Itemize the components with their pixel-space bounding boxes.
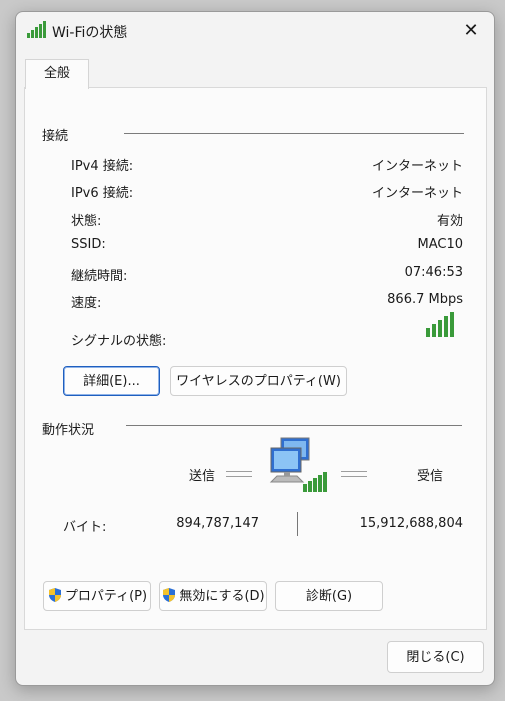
network-computers-icon (269, 437, 327, 492)
ssid-label: SSID: (71, 237, 106, 252)
bytes-separator (297, 512, 298, 536)
bytes-label: バイト: (63, 520, 107, 535)
details-button[interactable]: 詳細(E)... (63, 366, 160, 396)
close-window-button[interactable]: ✕ (448, 12, 494, 50)
signal-strength-icon (426, 312, 454, 337)
tab-general[interactable]: 全般 (25, 59, 89, 89)
received-activity-indicator (341, 471, 367, 477)
properties-button-label: プロパティ(P) (64, 589, 148, 604)
sent-activity-indicator (226, 471, 252, 477)
close-icon: ✕ (463, 20, 479, 41)
properties-button[interactable]: プロパティ(P) (43, 581, 151, 611)
ipv6-label: IPv6 接続: (71, 186, 134, 201)
bytes-received-value: 15,912,688,804 (359, 516, 463, 531)
connection-group-title: 接続 (42, 129, 69, 144)
disable-button[interactable]: 無効にする(D) (159, 581, 267, 611)
activity-group-divider (126, 425, 462, 426)
general-panel: 接続 IPv4 接続: インターネット IPv6 接続: インターネット 状態:… (24, 87, 487, 630)
window-title: Wi-Fiの状態 (52, 25, 128, 41)
uac-shield-icon (163, 588, 176, 602)
ipv4-value: インターネット (371, 159, 463, 174)
ipv4-label: IPv4 接続: (71, 159, 134, 174)
speed-value: 866.7 Mbps (387, 292, 463, 307)
signal-quality-label: シグナルの状態: (71, 334, 167, 349)
ssid-value: MAC10 (417, 237, 464, 252)
close-button[interactable]: 閉じる(C) (387, 641, 484, 673)
disable-button-label: 無効にする(D) (179, 589, 265, 604)
duration-value: 07:46:53 (404, 265, 463, 280)
diagnose-button[interactable]: 診断(G) (275, 581, 383, 611)
uac-shield-icon (48, 588, 61, 602)
sent-label: 送信 (189, 469, 216, 484)
wifi-signal-icon (27, 21, 46, 38)
received-label: 受信 (417, 469, 444, 484)
title-bar: Wi-Fiの状態 ✕ (16, 12, 494, 50)
bytes-sent-value: 894,787,147 (176, 516, 259, 531)
wireless-properties-button[interactable]: ワイヤレスのプロパティ(W) (170, 366, 347, 396)
state-value: 有効 (436, 214, 463, 229)
ipv6-value: インターネット (371, 186, 463, 201)
activity-group-title: 動作状況 (42, 423, 95, 438)
speed-label: 速度: (71, 296, 102, 311)
connection-group-divider (124, 133, 464, 134)
duration-label: 継続時間: (71, 269, 128, 284)
state-label: 状態: (71, 214, 102, 229)
wifi-status-window: Wi-Fiの状態 ✕ 全般 接続 IPv4 接続: インターネット IPv6 接… (15, 11, 495, 686)
